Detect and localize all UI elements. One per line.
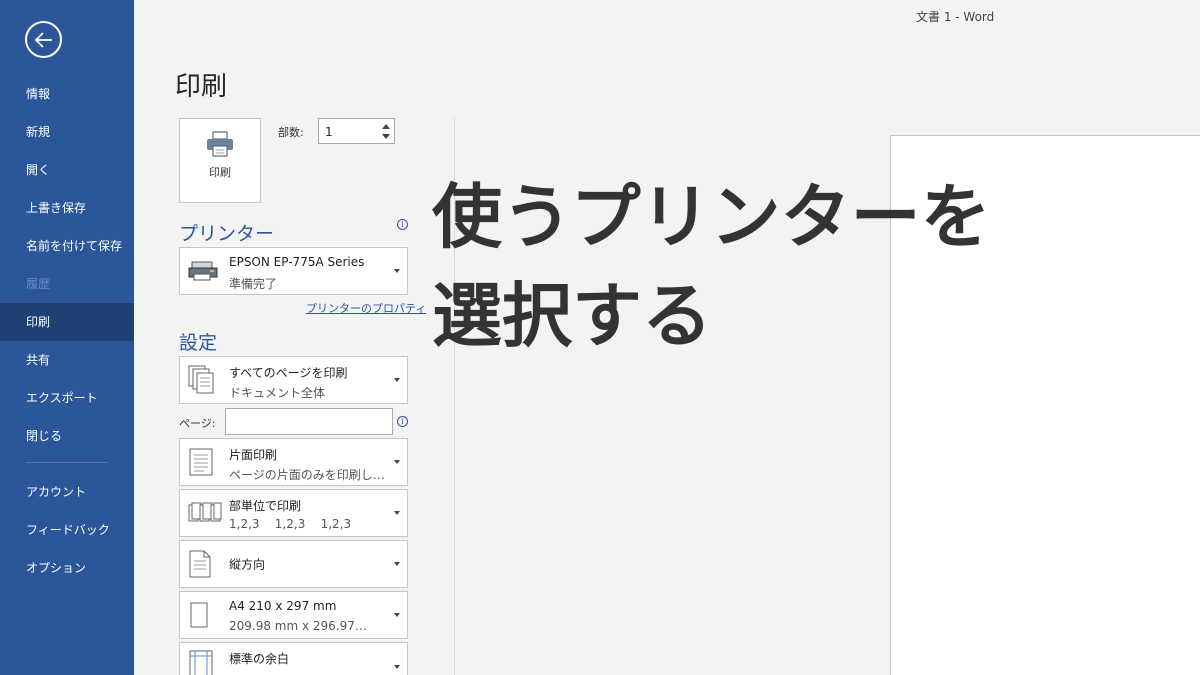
info-icon[interactable]: i	[397, 219, 408, 230]
printer-section-title: プリンター	[179, 223, 275, 245]
copies-label: 部数:	[278, 126, 304, 139]
pages-label: ページ:	[179, 417, 216, 430]
chevron-down-icon	[394, 269, 400, 273]
collate-select[interactable]: 部単位で印刷 1,2,3 1,2,3 1,2,3	[179, 489, 408, 537]
printer-properties-link[interactable]: プリンターのプロパティ	[306, 300, 426, 316]
print-button[interactable]: 印刷	[179, 118, 261, 203]
portrait-page-icon	[185, 541, 221, 587]
back-button[interactable]	[25, 21, 62, 58]
paper-size-icon	[185, 592, 221, 638]
nav-item-info[interactable]: 情報	[0, 75, 134, 113]
sides-desc: ページの片面のみを印刷し…	[229, 468, 385, 482]
spin-up-icon[interactable]	[382, 124, 390, 129]
collate-icon	[185, 490, 222, 536]
nav-item-share[interactable]: 共有	[0, 341, 134, 379]
pages-input[interactable]	[225, 408, 393, 435]
window-title: 文書 1 - Word	[916, 10, 995, 24]
nav-item-print[interactable]: 印刷	[0, 303, 134, 341]
spin-down-icon[interactable]	[382, 134, 390, 139]
chevron-down-icon	[394, 460, 400, 464]
printer-status: 準備完了	[229, 277, 278, 291]
printer-select[interactable]: EPSON EP-775A Series 準備完了	[179, 247, 408, 295]
chevron-down-icon	[394, 511, 400, 515]
paper-size-desc: 209.98 mm x 296.97…	[229, 619, 367, 633]
pages-stack-icon	[185, 357, 221, 403]
backstage-nav: 情報 新規 開く 上書き保存 名前を付けて保存 履歴 印刷 共有 エクスポート …	[0, 75, 134, 587]
nav-item-history: 履歴	[26, 277, 51, 291]
collate-desc: 1,2,3 1,2,3 1,2,3	[229, 517, 352, 531]
sides-title: 片面印刷	[229, 448, 278, 462]
single-sided-icon	[185, 439, 221, 485]
caption-line-2: 選択する	[432, 275, 712, 357]
printer-icon	[207, 131, 233, 157]
printer-name: EPSON EP-775A Series	[229, 255, 365, 269]
caption-line-1: 使うプリンターを	[432, 176, 991, 258]
orientation-title: 縦方向	[229, 557, 266, 572]
chevron-down-icon	[394, 562, 400, 566]
nav-item-new[interactable]: 新規	[0, 113, 134, 151]
arrow-left-icon	[34, 32, 52, 48]
print-range-select[interactable]: すべてのページを印刷 ドキュメント全体	[179, 356, 408, 404]
nav-item-save-as[interactable]: 名前を付けて保存	[0, 227, 134, 265]
copies-stepper[interactable]: 1	[318, 118, 395, 144]
page-title: 印刷	[175, 72, 228, 102]
chevron-down-icon	[394, 665, 400, 669]
nav-item-feedback[interactable]: フィードバック	[0, 511, 134, 549]
nav-item-open[interactable]: 開く	[0, 151, 134, 189]
sides-select[interactable]: 片面印刷 ページの片面のみを印刷し…	[179, 438, 408, 486]
info-icon[interactable]: i	[397, 416, 408, 427]
print-button-label: 印刷	[209, 166, 231, 179]
print-range-title: すべてのページを印刷	[229, 366, 348, 380]
backstage-sidebar: 情報 新規 開く 上書き保存 名前を付けて保存 履歴 印刷 共有 エクスポート …	[0, 0, 134, 675]
nav-divider	[26, 462, 108, 463]
nav-item-account[interactable]: アカウント	[0, 473, 134, 511]
collate-title: 部単位で印刷	[229, 499, 302, 513]
chevron-down-icon	[394, 378, 400, 382]
nav-item-close[interactable]: 閉じる	[0, 417, 134, 455]
nav-item-export[interactable]: エクスポート	[0, 379, 134, 417]
chevron-down-icon	[394, 613, 400, 617]
printer-device-icon	[185, 248, 221, 294]
paper-size-title: A4 210 x 297 mm	[229, 599, 337, 613]
nav-item-save[interactable]: 上書き保存	[0, 189, 134, 227]
margins-icon	[185, 643, 221, 675]
print-range-desc: ドキュメント全体	[229, 386, 326, 400]
settings-section-title: 設定	[179, 332, 218, 354]
instruction-caption: 使うプリンターを 選択する	[432, 168, 991, 366]
nav-item-options[interactable]: オプション	[0, 549, 134, 587]
paper-size-select[interactable]: A4 210 x 297 mm 209.98 mm x 296.97…	[179, 591, 408, 639]
copies-value: 1	[325, 125, 333, 139]
orientation-select[interactable]: 縦方向	[179, 540, 408, 588]
margins-title: 標準の余白	[229, 652, 290, 666]
margins-select[interactable]: 標準の余白	[179, 642, 408, 675]
